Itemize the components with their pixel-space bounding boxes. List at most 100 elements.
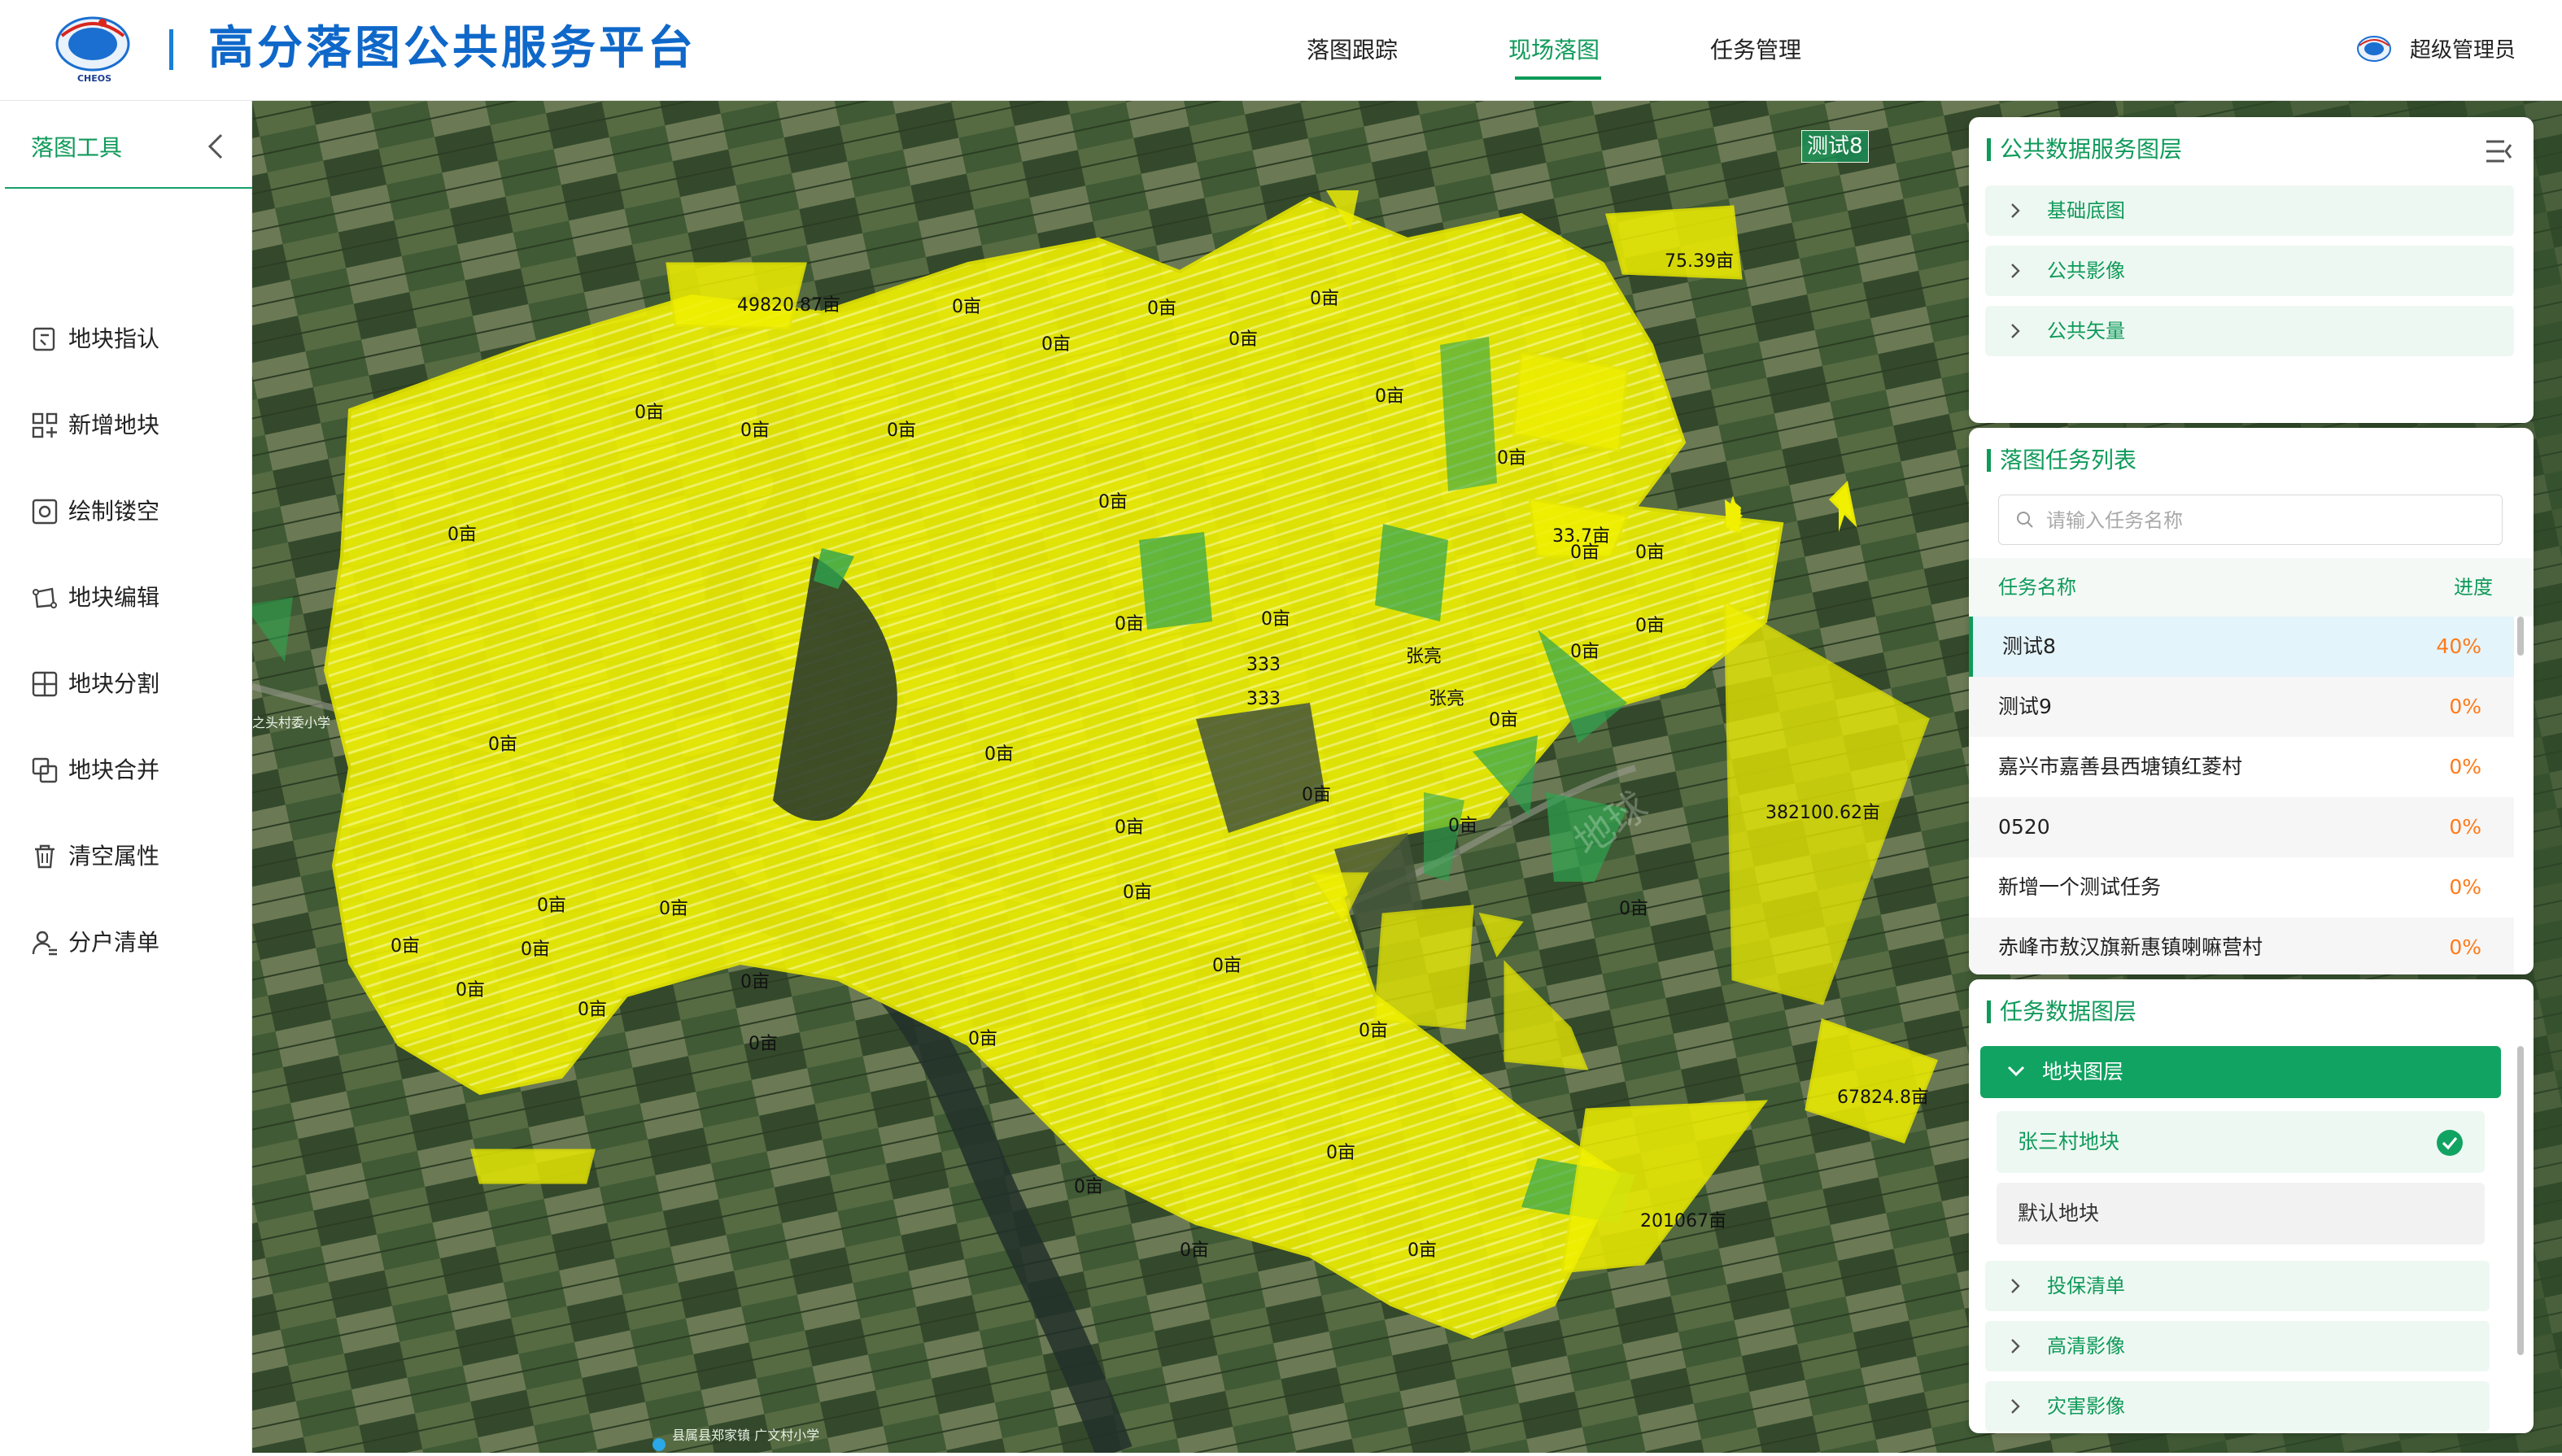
plot-area-label: 0亩: [1147, 299, 1176, 319]
plot-area-label: 0亩: [1115, 614, 1144, 634]
tool-household-list[interactable]: 分户清单: [5, 906, 252, 979]
plot-area-label: 0亩: [1635, 616, 1665, 636]
plot-area-label: 0亩: [1489, 710, 1518, 730]
app-title: 高分落图公共服务平台: [208, 22, 696, 75]
tab-map-tracking[interactable]: 落图跟踪: [1307, 33, 1398, 68]
plot-area-label: 201067亩: [1640, 1211, 1726, 1231]
plot-area-label: 张亮: [1429, 689, 1464, 709]
draw-hole-icon: [32, 499, 58, 525]
chevron-down-icon: [2007, 1066, 2025, 1077]
task-row[interactable]: 测试8 40%: [1969, 617, 2514, 677]
plot-area-label: 0亩: [456, 980, 485, 1000]
chevron-right-icon: [2011, 1279, 2020, 1293]
plot-area-label: 0亩: [1570, 642, 1600, 662]
task-name: 0520: [1998, 815, 2050, 839]
sidebar-title: 落图工具: [31, 134, 123, 161]
task-row[interactable]: 新增一个测试任务 0%: [1969, 857, 2514, 918]
tool-add-plot[interactable]: 新增地块: [5, 389, 252, 462]
tool-merge-plot[interactable]: 地块合并: [5, 734, 252, 807]
plot-area-label: 0亩: [1408, 1240, 1437, 1261]
panel-title: 公共数据服务图层: [2000, 136, 2183, 163]
tab-task-management[interactable]: 任务管理: [1710, 33, 1801, 68]
tool-label: 地块指认: [68, 325, 160, 352]
plot-area-label: 0亩: [749, 1034, 778, 1054]
task-progress: 0%: [2449, 875, 2481, 899]
plot-area-label: 0亩: [1123, 883, 1152, 903]
tool-sidebar: 落图工具 地块指认 新增地块 绘制镂空 地块编辑 地块分割 地块合并 清空属性 …: [5, 101, 252, 1453]
task-name: 测试8: [2002, 634, 2056, 658]
layer-disaster-imagery[interactable]: 灾害影像: [1985, 1381, 2490, 1432]
search-input[interactable]: [2045, 503, 2487, 538]
task-list-panel: 落图任务列表 任务名称 进度 测试8 40% 测试9 0% 嘉兴市嘉善县西塘镇红…: [1969, 428, 2534, 974]
place-label: 县属县郑家镇 广文村小学: [672, 1428, 819, 1443]
collapse-panel-icon[interactable]: [2483, 137, 2516, 166]
task-row[interactable]: 赤峰市敖汉旗新惠镇喇嘛营村 0%: [1969, 918, 2514, 974]
task-name: 嘉兴市嘉善县西塘镇红菱村: [1998, 755, 2243, 778]
chevron-right-icon: [2011, 1339, 2020, 1354]
plot-area-label: 0亩: [521, 939, 550, 960]
plot-area-label: 0亩: [537, 896, 566, 916]
plot-area-label: 0亩: [1619, 899, 1648, 919]
panel-title: 落图任务列表: [2000, 447, 2137, 473]
plot-area-label: 0亩: [1229, 329, 1258, 350]
layers-scrollbar[interactable]: [2517, 1046, 2524, 1355]
tool-split-plot[interactable]: 地块分割: [5, 647, 252, 721]
layer-insurance-list[interactable]: 投保清单: [1985, 1261, 2490, 1311]
add-plot-icon: [32, 412, 58, 438]
layer-label: 高清影像: [2047, 1335, 2125, 1358]
place-label: 之头村委小学: [252, 715, 330, 730]
plot-area-label: 张亮: [1406, 647, 1442, 667]
user-list-icon: [32, 931, 57, 956]
tool-label: 地块分割: [68, 670, 160, 697]
school-marker-icon[interactable]: [653, 1438, 666, 1451]
public-data-layers-panel: 公共数据服务图层 基础底图 公共影像 公共矢量: [1969, 117, 2534, 423]
plot-area-label: 0亩: [1180, 1240, 1209, 1261]
plot-area-label: 0亩: [447, 525, 477, 545]
task-name: 测试9: [1998, 695, 2052, 718]
plot-area-label: 0亩: [952, 297, 981, 317]
panel-title-bar: [1987, 449, 1991, 472]
plot-area-label: 0亩: [635, 403, 664, 423]
tool-draw-hole[interactable]: 绘制镂空: [5, 475, 252, 548]
tool-label: 地块编辑: [68, 584, 160, 611]
active-tab-indicator: [1515, 76, 1601, 80]
column-header-name: 任务名称: [1998, 576, 2076, 599]
plot-area-label: 0亩: [1497, 448, 1526, 469]
plot-area-label: 0亩: [1310, 289, 1339, 309]
layer-hd-imagery[interactable]: 高清影像: [1985, 1321, 2490, 1371]
tool-clear-attributes[interactable]: 清空属性: [5, 820, 252, 893]
panel-title: 任务数据图层: [2000, 998, 2137, 1025]
task-row[interactable]: 测试9 0%: [1969, 677, 2514, 737]
layer-base-map[interactable]: 基础底图: [1985, 185, 2514, 236]
task-row[interactable]: 嘉兴市嘉善县西塘镇红菱村 0%: [1969, 737, 2514, 797]
chevron-left-icon[interactable]: [202, 130, 231, 163]
tool-label: 新增地块: [68, 412, 160, 438]
task-search-box[interactable]: [1998, 495, 2503, 545]
check-circle-icon[interactable]: [2436, 1129, 2464, 1157]
current-task-tag: 测试8: [1801, 130, 1869, 163]
tab-field-mapping[interactable]: 现场落图: [1508, 33, 1600, 68]
plot-area-label: 0亩: [740, 972, 770, 992]
title-divider: [169, 29, 173, 70]
plot-area-label: 0亩: [391, 936, 420, 957]
search-icon: [2017, 512, 2033, 528]
plot-layer-default[interactable]: 默认地块: [1997, 1183, 2485, 1245]
tool-locate-plot[interactable]: 地块指认: [5, 303, 252, 376]
chevron-right-icon: [2011, 203, 2020, 218]
layer-public-imagery[interactable]: 公共影像: [1985, 246, 2514, 296]
plot-area-label: 333: [1246, 689, 1281, 709]
avatar[interactable]: [2355, 31, 2394, 70]
task-list-scrollbar[interactable]: [2517, 617, 2524, 656]
plot-layer-zhangsan[interactable]: 张三村地块: [1997, 1111, 2485, 1173]
tool-edit-plot[interactable]: 地块编辑: [5, 561, 252, 634]
plot-area-label: 0亩: [488, 735, 517, 755]
plot-layer-group[interactable]: 地块图层: [1980, 1046, 2501, 1098]
task-name: 赤峰市敖汉旗新惠镇喇嘛营村: [1998, 935, 2263, 959]
user-name[interactable]: 超级管理员: [2410, 33, 2516, 68]
plot-area-label: 49820.87亩: [737, 295, 840, 316]
layer-label: 公共矢量: [2047, 320, 2125, 342]
layer-public-vector[interactable]: 公共矢量: [1985, 306, 2514, 356]
task-row[interactable]: 0520 0%: [1969, 797, 2514, 857]
layer-label: 默认地块: [2018, 1201, 2100, 1225]
plot-area-label: 67824.8亩: [1837, 1088, 1929, 1108]
